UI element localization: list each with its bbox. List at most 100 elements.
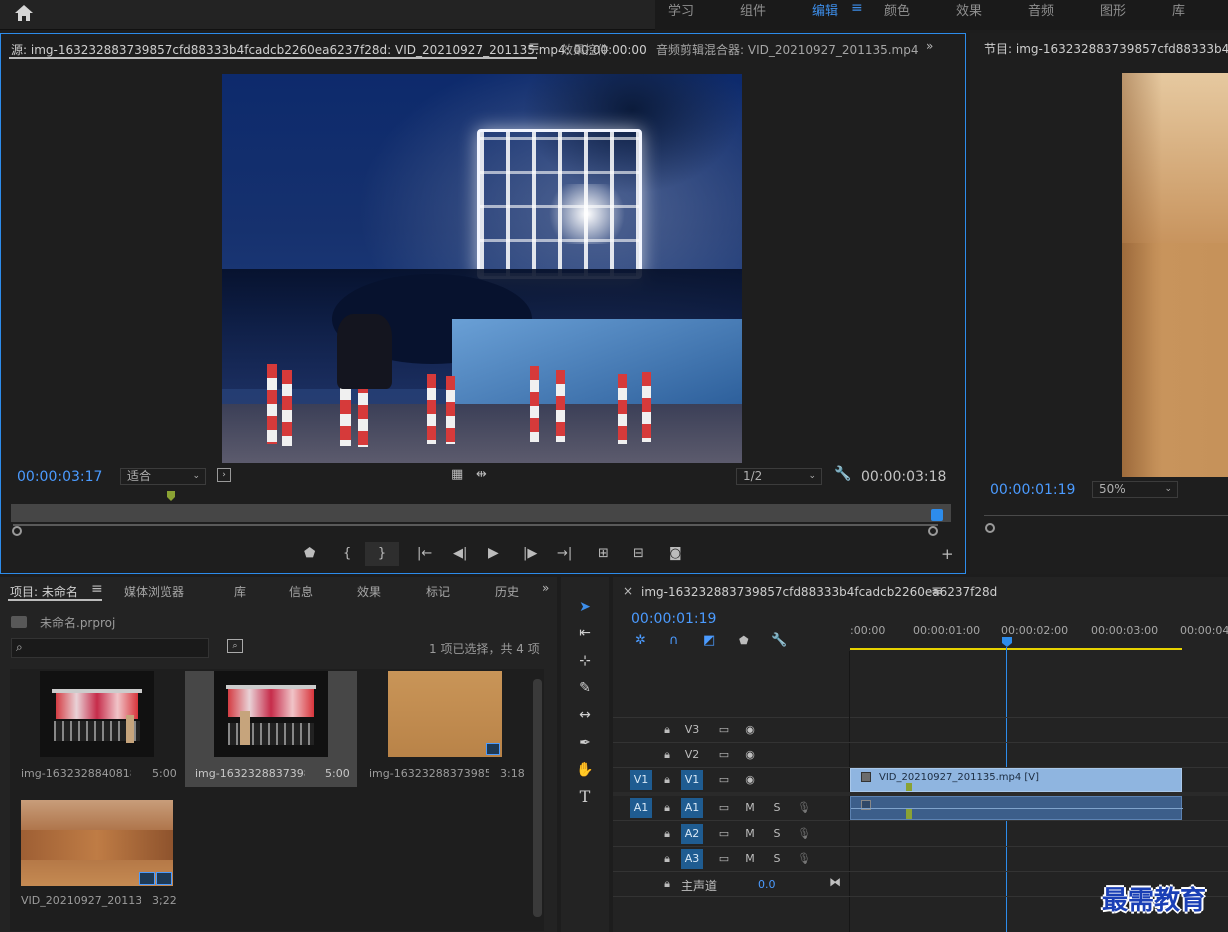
insert-icon[interactable]: ⊞: [598, 546, 609, 561]
program-zoom-select[interactable]: 50% ⌄: [1092, 481, 1178, 498]
panel-menu-icon[interactable]: ≡: [91, 581, 103, 597]
tab-program[interactable]: 节目: img-163232883739857cfd88333b4fcadcb2…: [984, 40, 1228, 57]
sync-lock-icon[interactable]: ▭: [713, 745, 735, 765]
workspace-learn[interactable]: 学习: [668, 0, 694, 19]
zoom-handle-right[interactable]: [928, 526, 938, 536]
master-end-icon[interactable]: ⧓: [829, 875, 841, 889]
add-marker-icon[interactable]: ⬟: [739, 634, 749, 647]
solo-button[interactable]: S: [766, 824, 788, 844]
audio-clip[interactable]: [850, 796, 1183, 820]
mute-button[interactable]: M: [739, 849, 761, 869]
workspace-color[interactable]: 颜色: [884, 0, 910, 19]
tab-libraries[interactable]: 库: [234, 583, 246, 600]
project-search-input[interactable]: ⌕: [11, 638, 209, 658]
home-icon[interactable]: [14, 4, 34, 22]
tab-source[interactable]: 源: img-163232883739857cfd88333b4fcadcb22…: [11, 41, 647, 58]
go-to-out-icon[interactable]: →|: [557, 546, 572, 561]
sync-lock-icon[interactable]: ▭: [713, 798, 735, 818]
list-item[interactable]: img-163232884081839... 5:00: [12, 671, 184, 787]
close-tab-icon[interactable]: ×: [623, 584, 633, 598]
list-item-selected[interactable]: img-163232883739857... 5:00: [185, 671, 357, 787]
lock-icon[interactable]: 🔒︎: [656, 849, 678, 869]
master-volume-value[interactable]: 0.0: [758, 878, 776, 891]
track-target-v2[interactable]: V2: [681, 745, 703, 765]
tab-audio-clip-mixer[interactable]: 音频剪辑混合器: VID_20210927_201135.mp4: [656, 41, 919, 58]
workspace-audio[interactable]: 音频: [1028, 0, 1054, 19]
wrench-icon[interactable]: 🔧: [834, 466, 851, 482]
sync-lock-icon[interactable]: ▭: [713, 720, 735, 740]
camera-icon[interactable]: ◙: [669, 546, 682, 561]
go-to-in-icon[interactable]: |←: [417, 546, 432, 561]
track-target-a3[interactable]: A3: [681, 849, 703, 869]
more-tabs-icon[interactable]: »: [542, 581, 549, 595]
mark-in-icon[interactable]: {: [343, 546, 351, 561]
hand-tool-icon[interactable]: ✋: [573, 759, 597, 781]
zoom-handle-left[interactable]: [12, 526, 22, 536]
source-playhead-timecode[interactable]: 00:00:03:17: [17, 469, 102, 485]
snap-magnet-icon[interactable]: ∩: [669, 633, 679, 648]
program-zoom-handle[interactable]: [985, 523, 995, 533]
sync-lock-icon[interactable]: ▭: [713, 770, 735, 790]
slip-tool-icon[interactable]: ↔: [573, 704, 597, 726]
source-patch-v1[interactable]: V1: [630, 770, 652, 790]
tab-info[interactable]: 信息: [289, 583, 313, 600]
sync-lock-icon[interactable]: ▭: [713, 849, 735, 869]
add-button-icon[interactable]: +: [941, 545, 954, 563]
lock-icon[interactable]: 🔒︎: [656, 770, 678, 790]
tab-project[interactable]: 项目: 未命名: [10, 583, 78, 600]
source-patch-a1[interactable]: A1: [630, 798, 652, 818]
overwrite-icon[interactable]: ⊟: [633, 546, 644, 561]
source-fit-select[interactable]: 适合 ⌄: [120, 468, 206, 485]
drag-audio-icon[interactable]: ⇹: [476, 467, 487, 482]
drag-video-icon[interactable]: ▦: [451, 467, 463, 482]
track-target-v3[interactable]: V3: [681, 720, 703, 740]
mute-button[interactable]: M: [739, 824, 761, 844]
source-time-ruler[interactable]: [11, 504, 951, 522]
eye-icon[interactable]: ◉: [739, 770, 761, 790]
microphone-icon[interactable]: 🎙︎: [793, 798, 815, 818]
lock-icon[interactable]: 🔒︎: [656, 824, 678, 844]
video-clip[interactable]: VID_20210927_201135.mp4 [V]: [850, 768, 1182, 792]
play-icon[interactable]: ▶: [488, 545, 499, 561]
workspace-graphics[interactable]: 图形: [1100, 0, 1126, 19]
timeline-playhead-timecode[interactable]: 00:00:01:19: [631, 611, 716, 627]
project-scrollbar[interactable]: [533, 679, 542, 917]
source-playhead[interactable]: [167, 491, 175, 501]
workspace-assembly[interactable]: 组件: [740, 0, 766, 19]
microphone-icon[interactable]: 🎙︎: [793, 824, 815, 844]
out-point-marker[interactable]: [931, 509, 943, 521]
pen-tool-icon[interactable]: ✒: [573, 732, 597, 754]
lock-icon[interactable]: 🔒︎: [656, 745, 678, 765]
ripple-edit-tool-icon[interactable]: ⊹: [573, 650, 597, 672]
linked-selection-icon[interactable]: ◩: [703, 633, 715, 648]
selection-tool-icon[interactable]: ➤: [573, 596, 597, 618]
tab-markers[interactable]: 标记: [426, 583, 450, 600]
track-target-a1[interactable]: A1: [681, 798, 703, 818]
add-marker-icon[interactable]: ⬟: [304, 546, 315, 561]
tab-media-browser[interactable]: 媒体浏览器: [124, 583, 184, 600]
new-bin-search-icon[interactable]: ⌕: [227, 639, 243, 653]
microphone-icon[interactable]: 🎙︎: [793, 849, 815, 869]
panel-menu-icon[interactable]: ≡: [931, 583, 943, 599]
mute-button[interactable]: M: [739, 798, 761, 818]
wrench-icon[interactable]: 🔧: [771, 633, 787, 648]
tab-effects[interactable]: 效果: [357, 583, 381, 600]
tab-effect-controls[interactable]: 效果控件: [561, 41, 609, 58]
program-playhead-timecode[interactable]: 00:00:01:19: [990, 482, 1075, 498]
panel-menu-icon[interactable]: ≡: [528, 39, 540, 55]
zoom-scrollbar[interactable]: [13, 524, 938, 526]
track-target-a2[interactable]: A2: [681, 824, 703, 844]
list-item[interactable]: img-163232883739857c... 3:18: [358, 671, 530, 787]
solo-button[interactable]: S: [766, 849, 788, 869]
workspace-libraries[interactable]: 库: [1172, 0, 1185, 19]
eye-icon[interactable]: ◉: [739, 745, 761, 765]
nest-toggle-icon[interactable]: ✲: [635, 633, 646, 648]
step-back-icon[interactable]: ◀|: [453, 546, 467, 561]
source-resolution-select[interactable]: 1/2 ⌄: [736, 468, 822, 485]
list-item[interactable]: VID_20210927_201135... 3;22: [12, 798, 184, 914]
lock-icon[interactable]: 🔒︎: [656, 720, 678, 740]
lock-icon[interactable]: 🔒︎: [656, 874, 678, 894]
tab-sequence[interactable]: img-163232883739857cfd88333b4fcadcb2260e…: [641, 585, 997, 599]
work-area-bar[interactable]: [850, 648, 1182, 650]
type-tool-icon[interactable]: T: [573, 786, 597, 808]
